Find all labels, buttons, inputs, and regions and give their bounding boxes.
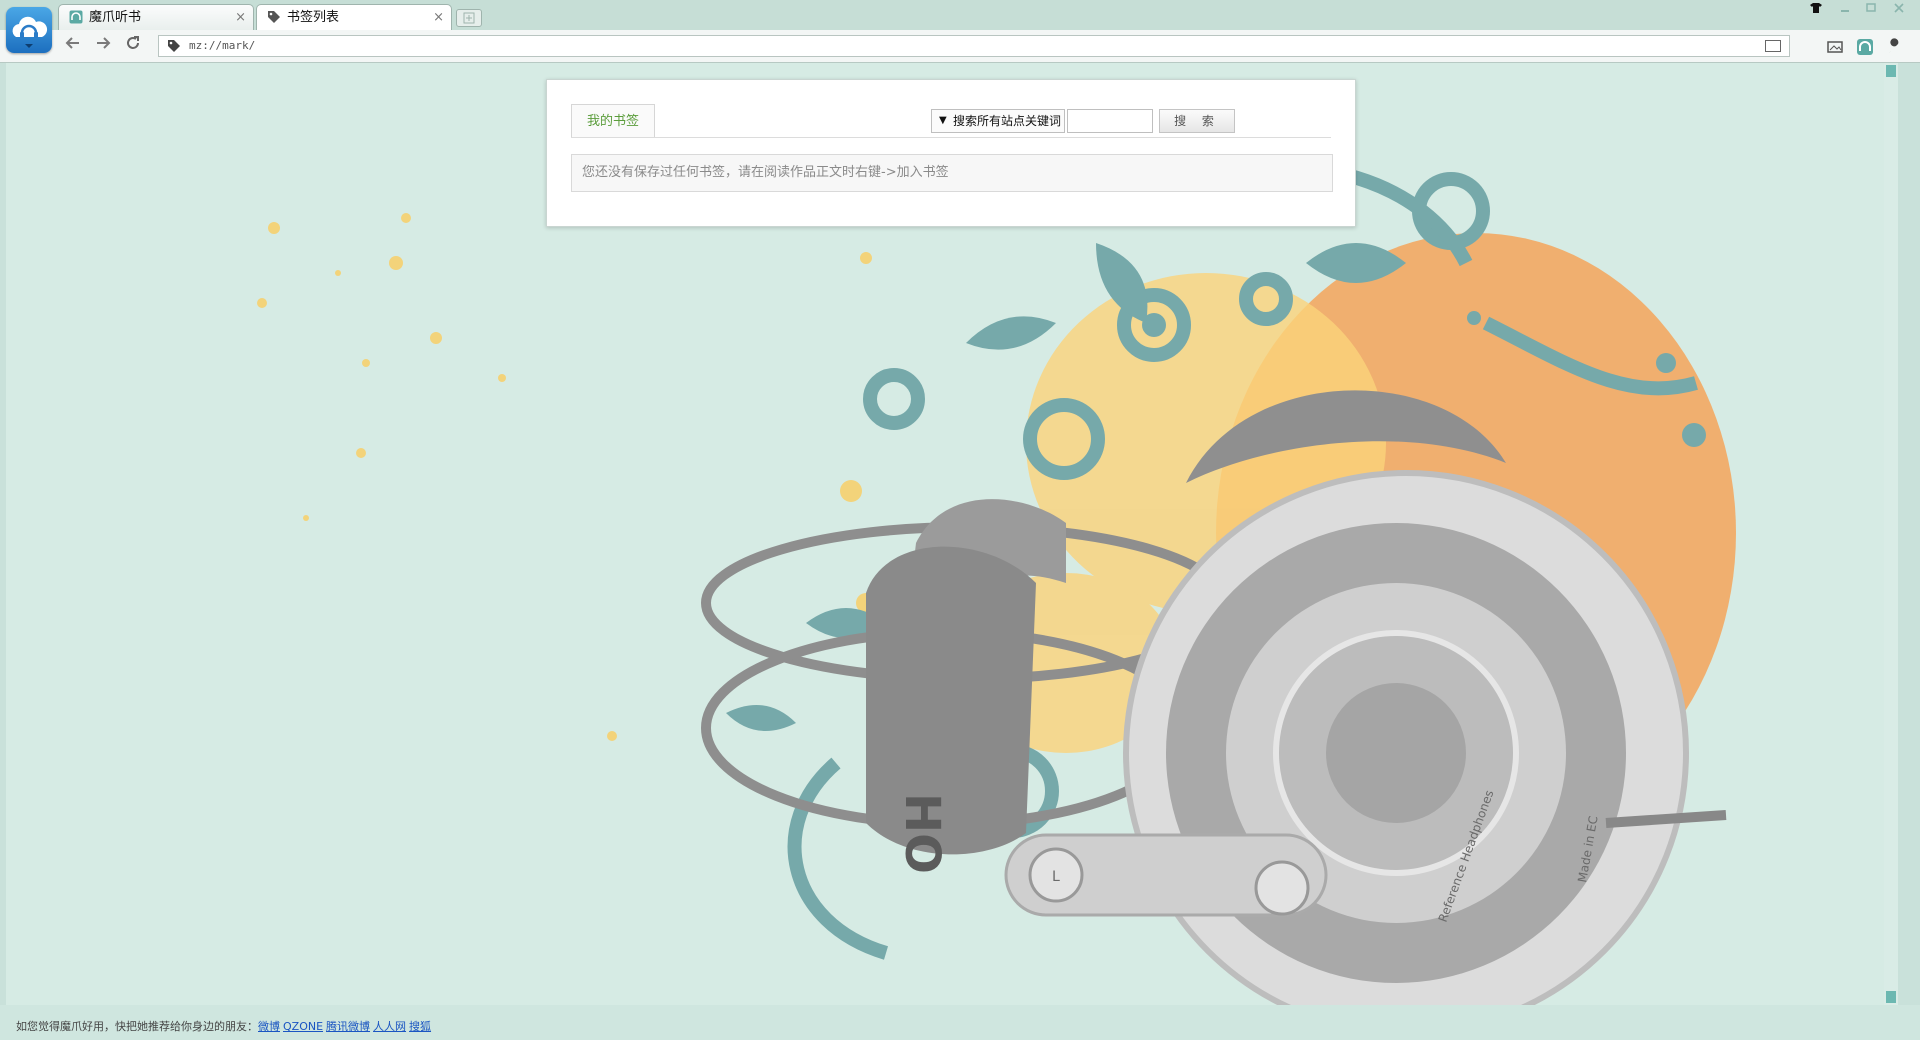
empty-bookmarks-message: 您还没有保存过任何书签，请在阅读作品正文时右键->加入书签 xyxy=(571,154,1333,192)
tag-icon xyxy=(168,40,180,52)
caret-down-icon: ▼ xyxy=(939,115,947,126)
title-bar: 魔爪听书 × 书签列表 × xyxy=(0,0,1920,30)
wrench-icon[interactable] xyxy=(1886,38,1904,56)
divider xyxy=(571,137,1331,138)
tab-my-bookmarks[interactable]: 我的书签 xyxy=(571,104,655,138)
tab-bookmark-list[interactable]: 书签列表 × xyxy=(256,4,452,30)
headphone-brand: HO xyxy=(894,793,950,874)
tab-mozhua-audiobook[interactable]: 魔爪听书 × xyxy=(58,4,254,30)
share-link-tencent-weibo[interactable]: 腾讯微博 xyxy=(326,1020,370,1033)
forward-arrow-icon[interactable] xyxy=(92,35,114,57)
navigation-toolbar: mz://mark/ xyxy=(0,30,1920,63)
close-icon[interactable]: × xyxy=(433,5,444,30)
search-scope-dropdown[interactable]: ▼ 搜索所有站点关键词 xyxy=(931,109,1065,133)
share-link-sohu[interactable]: 搜狐 xyxy=(409,1020,431,1033)
app-logo[interactable] xyxy=(6,7,52,53)
address-bar[interactable]: mz://mark/ xyxy=(158,35,1790,57)
share-link-qzone[interactable]: QZONE xyxy=(283,1020,323,1033)
screenshot-icon[interactable] xyxy=(1826,38,1844,56)
plus-icon xyxy=(463,12,475,24)
reload-icon[interactable] xyxy=(122,35,144,57)
address-text: mz://mark/ xyxy=(189,39,256,52)
headphone-icon[interactable] xyxy=(1856,38,1874,56)
close-icon[interactable]: × xyxy=(235,5,246,30)
close-window-icon[interactable] xyxy=(1890,2,1908,16)
scroll-down-arrow[interactable] xyxy=(1886,991,1896,1003)
share-prompt: 如您觉得魔爪好用，快把她推荐给你身边的朋友：微博 QZONE 腾讯微博 人人网 搜狐 xyxy=(16,1018,434,1034)
cloud-logo-icon xyxy=(12,16,48,48)
headphone-side-label: L xyxy=(1052,869,1060,885)
tab-title: 魔爪听书 xyxy=(89,10,142,25)
minimize-icon[interactable] xyxy=(1836,2,1854,16)
status-bar: 如您觉得魔爪好用，快把她推荐给你身边的朋友：微博 QZONE 腾讯微博 人人网 搜狐 xyxy=(0,1005,1920,1040)
page-content: Reference Headphones Made in EC HO L 我的书… xyxy=(6,63,1898,1005)
back-arrow-icon[interactable] xyxy=(62,35,84,57)
scroll-up-arrow[interactable] xyxy=(1886,65,1896,77)
headphone-icon xyxy=(69,10,83,24)
share-prompt-text: 如您觉得魔爪好用，快把她推荐给你身边的朋友： xyxy=(16,1020,258,1033)
skin-icon[interactable] xyxy=(1807,2,1825,16)
maximize-icon[interactable] xyxy=(1862,2,1880,16)
tab-title: 书签列表 xyxy=(287,10,340,25)
search-scope-label: 搜索所有站点关键词 xyxy=(953,114,1062,128)
search-input[interactable] xyxy=(1067,109,1153,133)
new-tab-button[interactable] xyxy=(456,9,482,27)
tag-icon xyxy=(268,11,280,23)
scrollbar[interactable] xyxy=(1884,63,1898,1005)
bookmark-panel: 我的书签 ▼ 搜索所有站点关键词 搜 索 您还没有保存过任何书签，请在阅读作品正… xyxy=(546,79,1356,227)
share-link-renren[interactable]: 人人网 xyxy=(373,1020,406,1033)
share-link-weibo[interactable]: 微博 xyxy=(258,1020,280,1033)
search-button[interactable]: 搜 索 xyxy=(1159,109,1235,133)
reader-mode-icon[interactable] xyxy=(1765,40,1781,52)
